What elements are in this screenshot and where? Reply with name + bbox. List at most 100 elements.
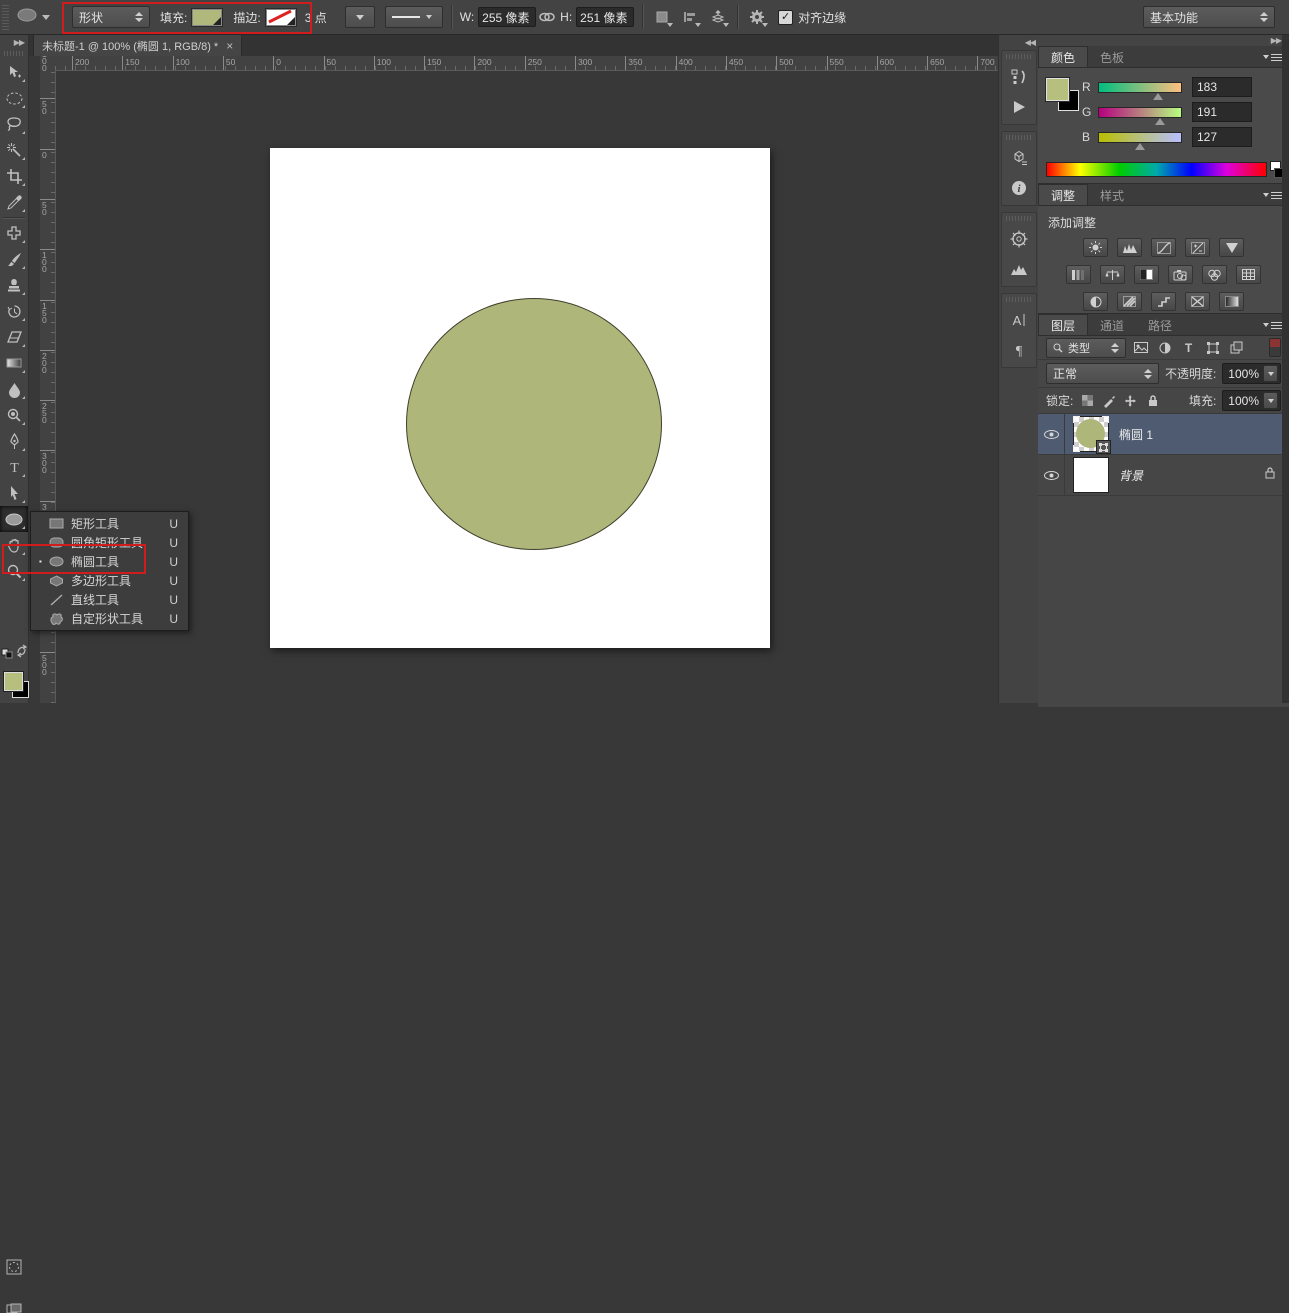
paragraph-panel-icon[interactable]: ¶ (1002, 335, 1036, 365)
visibility-eye-icon[interactable] (1038, 414, 1065, 454)
info-panel-icon[interactable]: i (1002, 173, 1036, 203)
stroke-color-swatch[interactable] (265, 8, 297, 27)
workspace-select[interactable]: 基本功能 (1143, 6, 1275, 28)
exposure-icon[interactable] (1185, 238, 1210, 257)
stroke-width-value[interactable]: 3 点 (305, 9, 327, 26)
dock-collapse-button[interactable]: ◀◀ (999, 34, 1039, 48)
menu-item-line-tool[interactable]: 直线工具 U (31, 590, 188, 609)
default-colors-icon[interactable] (2, 646, 13, 656)
filter-adjustment-layers-icon[interactable] (1155, 339, 1174, 356)
stroke-type-dropdown[interactable] (385, 6, 443, 28)
filter-pixel-layers-icon[interactable] (1131, 339, 1150, 356)
tab-styles[interactable]: 样式 (1088, 185, 1136, 205)
layer-row-ellipse-1[interactable]: 椭圆 1 (1038, 414, 1289, 455)
green-value-input[interactable]: 191 (1192, 102, 1252, 122)
visibility-eye-icon[interactable] (1038, 455, 1065, 495)
eraser-tool[interactable] (0, 324, 28, 350)
lasso-tool[interactable] (0, 111, 28, 137)
move-tool[interactable] (0, 59, 28, 85)
fill-color-swatch[interactable] (191, 8, 223, 27)
blur-tool[interactable] (0, 376, 28, 402)
tab-paths[interactable]: 路径 (1136, 315, 1184, 335)
panel-menu-icon[interactable] (1263, 53, 1283, 61)
ellipse-shape[interactable] (406, 298, 662, 550)
menu-item-polygon-tool[interactable]: 多边形工具 U (31, 571, 188, 590)
threshold-icon[interactable] (1151, 292, 1176, 311)
opacity-input[interactable]: 100% (1222, 363, 1281, 384)
color-lookup-icon[interactable] (1236, 265, 1261, 284)
selective-color-icon[interactable] (1185, 292, 1210, 311)
filter-type-layers-icon[interactable]: T (1179, 339, 1198, 356)
link-dimensions-icon[interactable] (536, 7, 558, 27)
tab-layers[interactable]: 图层 (1038, 314, 1088, 335)
options-bar-grip[interactable] (2, 4, 9, 30)
blue-value-input[interactable]: 127 (1192, 127, 1252, 147)
slider-thumb[interactable] (1135, 143, 1145, 150)
posterize-icon[interactable] (1117, 292, 1142, 311)
ellipse-tool[interactable] (0, 506, 28, 532)
channel-mixer-icon[interactable] (1202, 265, 1227, 284)
panel-menu-icon[interactable] (1263, 321, 1283, 329)
screen-mode-button[interactable] (0, 1304, 28, 1313)
photo-filter-icon[interactable] (1168, 265, 1193, 284)
brush-tool[interactable] (0, 246, 28, 272)
invert-icon[interactable] (1083, 292, 1108, 311)
gradient-map-icon[interactable] (1219, 292, 1244, 311)
lock-position-icon[interactable] (1123, 393, 1139, 409)
history-brush-tool[interactable] (0, 298, 28, 324)
curves-icon[interactable] (1151, 238, 1176, 257)
navigator-panel-icon[interactable] (1002, 224, 1036, 254)
panel-dock-header[interactable]: ▶▶ (1038, 34, 1289, 46)
tab-adjustments[interactable]: 调整 (1038, 184, 1088, 205)
fill-input[interactable]: 100% (1222, 390, 1281, 411)
clone-stamp-tool[interactable] (0, 272, 28, 298)
dock-group-grip[interactable] (1006, 216, 1032, 221)
slider-thumb[interactable] (1153, 93, 1163, 100)
eyedropper-tool[interactable] (0, 189, 28, 215)
lock-pixels-icon[interactable] (1101, 393, 1117, 409)
path-selection-tool[interactable] (0, 480, 28, 506)
blue-slider[interactable] (1098, 132, 1182, 143)
pen-tool[interactable] (0, 428, 28, 454)
green-slider[interactable] (1098, 107, 1182, 118)
red-value-input[interactable]: 183 (1192, 77, 1252, 97)
dock-group-grip[interactable] (1006, 135, 1032, 140)
actions-panel-icon[interactable] (1002, 92, 1036, 122)
blend-mode-select[interactable]: 正常 (1046, 363, 1159, 384)
path-operations-button[interactable] (651, 7, 673, 27)
dock-group-grip[interactable] (1006, 297, 1032, 302)
align-edges-checkbox[interactable]: ✓ (778, 10, 793, 25)
close-tab-icon[interactable]: × (226, 40, 233, 52)
lock-transparency-icon[interactable] (1079, 393, 1095, 409)
layer-row-background[interactable]: 背景 (1038, 455, 1289, 496)
color-balance-icon[interactable] (1100, 265, 1125, 284)
marquee-tool[interactable] (0, 85, 28, 111)
shape-width-input[interactable]: 255 像素 (478, 7, 536, 27)
black-white-icon[interactable] (1134, 265, 1159, 284)
history-panel-icon[interactable] (1002, 62, 1036, 92)
vibrance-icon[interactable] (1219, 238, 1244, 257)
filter-shape-layers-icon[interactable] (1203, 339, 1222, 356)
magic-wand-tool[interactable] (0, 137, 28, 163)
foreground-color-swatch[interactable] (1046, 78, 1069, 101)
filter-kind-select[interactable]: 类型 (1046, 338, 1126, 358)
panel-scrollbar[interactable] (1282, 34, 1289, 703)
stroke-width-dropdown[interactable] (345, 6, 375, 28)
tab-channels[interactable]: 通道 (1088, 315, 1136, 335)
menu-item-custom-shape-tool[interactable]: 自定形状工具 U (31, 609, 188, 628)
zoom-tool[interactable] (0, 558, 28, 584)
hue-saturation-icon[interactable] (1066, 265, 1091, 284)
toolbox-collapse-button[interactable]: ▶▶ (0, 34, 28, 48)
menu-item-ellipse-tool[interactable]: ▪ 椭圆工具 U (31, 552, 188, 571)
dodge-tool[interactable] (0, 402, 28, 428)
lock-all-icon[interactable] (1145, 393, 1161, 409)
red-slider[interactable] (1098, 82, 1182, 93)
layer-thumbnail[interactable] (1073, 457, 1109, 493)
tool-preset-picker[interactable] (13, 7, 56, 28)
document-tab[interactable]: 未标题-1 @ 100% (椭圆 1, RGB/8) * × (33, 34, 242, 56)
tab-color[interactable]: 颜色 (1038, 46, 1088, 67)
gear-icon[interactable] (746, 7, 768, 27)
foreground-color-swatch[interactable] (4, 672, 23, 691)
filter-smart-objects-icon[interactable] (1227, 339, 1246, 356)
menu-item-rectangle-tool[interactable]: 矩形工具 U (31, 514, 188, 533)
